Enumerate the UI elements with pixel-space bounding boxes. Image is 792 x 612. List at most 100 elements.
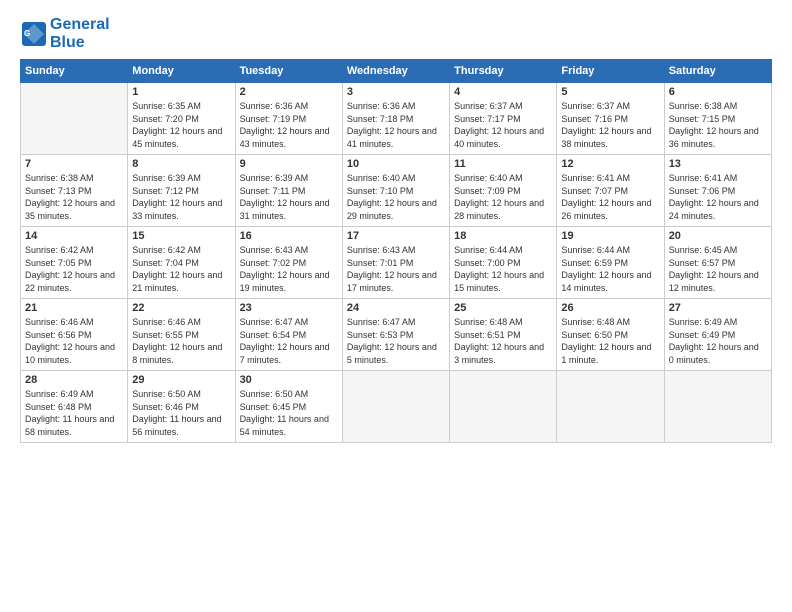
day-info: Sunrise: 6:50 AMSunset: 6:46 PMDaylight:…	[132, 388, 230, 438]
day-info: Sunrise: 6:36 AMSunset: 7:19 PMDaylight:…	[240, 100, 338, 150]
day-number: 28	[25, 374, 123, 386]
day-number: 30	[240, 374, 338, 386]
calendar-cell: 25 Sunrise: 6:48 AMSunset: 6:51 PMDayligh…	[450, 299, 557, 371]
day-info: Sunrise: 6:43 AMSunset: 7:01 PMDaylight:…	[347, 244, 445, 294]
day-number: 26	[561, 302, 659, 314]
logo-icon: G	[20, 20, 48, 48]
calendar-cell: 16Sunrise: 6:43 AMSunset: 7:02 PMDayligh…	[235, 227, 342, 299]
day-info: Sunrise: 6:41 AMSunset: 7:06 PMDaylight:…	[669, 172, 767, 222]
day-info: Sunrise: 6:44 AMSunset: 7:00 PMDaylight:…	[454, 244, 552, 294]
day-number: 3	[347, 86, 445, 98]
day-info: Sunrise: 6:41 AMSunset: 7:07 PMDaylight:…	[561, 172, 659, 222]
day-number: 20	[669, 230, 767, 242]
day-info: Sunrise: 6:47 AMSunset: 6:54 PMDaylight:…	[240, 316, 338, 366]
logo: G General Blue	[20, 16, 110, 51]
day-number: 19	[561, 230, 659, 242]
day-number: 11	[454, 158, 552, 170]
calendar-cell: 2 Sunrise: 6:36 AMSunset: 7:19 PMDaylight…	[235, 83, 342, 155]
day-info: Sunrise: 6:38 AMSunset: 7:15 PMDaylight:…	[669, 100, 767, 150]
calendar-cell: 21 Sunrise: 6:46 AMSunset: 6:56 PMDayligh…	[21, 299, 128, 371]
day-number: 24	[347, 302, 445, 314]
day-info: Sunrise: 6:42 AMSunset: 7:04 PMDaylight:…	[132, 244, 230, 294]
day-info: Sunrise: 6:40 AMSunset: 7:09 PMDaylight:…	[454, 172, 552, 222]
calendar-cell: 19 Sunrise: 6:44 AMSunset: 6:59 PMDayligh…	[557, 227, 664, 299]
weekday-header-row: SundayMondayTuesdayWednesdayThursdayFrid…	[21, 60, 772, 83]
calendar-cell: 7 Sunrise: 6:38 AMSunset: 7:13 PMDaylight…	[21, 155, 128, 227]
calendar-cell: 15 Sunrise: 6:42 AMSunset: 7:04 PMDayligh…	[128, 227, 235, 299]
calendar-cell: 26Sunrise: 6:48 AMSunset: 6:50 PMDayligh…	[557, 299, 664, 371]
day-info: Sunrise: 6:48 AMSunset: 6:51 PMDaylight:…	[454, 316, 552, 366]
day-number: 25	[454, 302, 552, 314]
day-number: 18	[454, 230, 552, 242]
calendar-cell: 20 Sunrise: 6:45 AMSunset: 6:57 PMDayligh…	[664, 227, 771, 299]
calendar-cell: 22 Sunrise: 6:46 AMSunset: 6:55 PMDayligh…	[128, 299, 235, 371]
calendar-cell	[342, 371, 449, 442]
day-number: 12	[561, 158, 659, 170]
day-number: 21	[25, 302, 123, 314]
calendar-cell: 28 Sunrise: 6:49 AMSunset: 6:48 PMDayligh…	[21, 371, 128, 442]
calendar-cell: 23 Sunrise: 6:47 AMSunset: 6:54 PMDayligh…	[235, 299, 342, 371]
day-info: Sunrise: 6:35 AMSunset: 7:20 PMDaylight:…	[132, 100, 230, 150]
day-info: Sunrise: 6:36 AMSunset: 7:18 PMDaylight:…	[347, 100, 445, 150]
day-info: Sunrise: 6:50 AMSunset: 6:45 PMDaylight:…	[240, 388, 338, 438]
day-info: Sunrise: 6:44 AMSunset: 6:59 PMDaylight:…	[561, 244, 659, 294]
calendar-cell: 10Sunrise: 6:40 AMSunset: 7:10 PMDayligh…	[342, 155, 449, 227]
day-number: 7	[25, 158, 123, 170]
calendar-cell: 5 Sunrise: 6:37 AMSunset: 7:16 PMDaylight…	[557, 83, 664, 155]
day-info: Sunrise: 6:45 AMSunset: 6:57 PMDaylight:…	[669, 244, 767, 294]
day-number: 29	[132, 374, 230, 386]
calendar-cell: 8Sunrise: 6:39 AMSunset: 7:12 PMDaylight…	[128, 155, 235, 227]
week-row-5: 28 Sunrise: 6:49 AMSunset: 6:48 PMDayligh…	[21, 371, 772, 442]
day-number: 5	[561, 86, 659, 98]
page: G General Blue SundayMondayTuesdayWednes…	[0, 0, 792, 612]
logo-text: General Blue	[50, 16, 110, 51]
weekday-header-wednesday: Wednesday	[342, 60, 449, 83]
header: G General Blue	[20, 16, 772, 51]
calendar-cell: 9Sunrise: 6:39 AMSunset: 7:11 PMDaylight…	[235, 155, 342, 227]
week-row-4: 21 Sunrise: 6:46 AMSunset: 6:56 PMDayligh…	[21, 299, 772, 371]
day-info: Sunrise: 6:46 AMSunset: 6:56 PMDaylight:…	[25, 316, 123, 366]
day-info: Sunrise: 6:37 AMSunset: 7:17 PMDaylight:…	[454, 100, 552, 150]
day-number: 15	[132, 230, 230, 242]
calendar-cell	[450, 371, 557, 442]
weekday-header-friday: Friday	[557, 60, 664, 83]
day-info: Sunrise: 6:40 AMSunset: 7:10 PMDaylight:…	[347, 172, 445, 222]
calendar-cell: 13 Sunrise: 6:41 AMSunset: 7:06 PMDayligh…	[664, 155, 771, 227]
day-info: Sunrise: 6:49 AMSunset: 6:49 PMDaylight:…	[669, 316, 767, 366]
svg-text:G: G	[24, 29, 30, 38]
day-info: Sunrise: 6:37 AMSunset: 7:16 PMDaylight:…	[561, 100, 659, 150]
day-number: 17	[347, 230, 445, 242]
day-info: Sunrise: 6:46 AMSunset: 6:55 PMDaylight:…	[132, 316, 230, 366]
day-number: 6	[669, 86, 767, 98]
calendar-cell: 6 Sunrise: 6:38 AMSunset: 7:15 PMDaylight…	[664, 83, 771, 155]
day-number: 23	[240, 302, 338, 314]
day-number: 9	[240, 158, 338, 170]
weekday-header-sunday: Sunday	[21, 60, 128, 83]
calendar-cell: 27 Sunrise: 6:49 AMSunset: 6:49 PMDayligh…	[664, 299, 771, 371]
day-number: 2	[240, 86, 338, 98]
week-row-2: 7 Sunrise: 6:38 AMSunset: 7:13 PMDaylight…	[21, 155, 772, 227]
week-row-1: 1 Sunrise: 6:35 AMSunset: 7:20 PMDaylight…	[21, 83, 772, 155]
calendar-cell: 12 Sunrise: 6:41 AMSunset: 7:07 PMDayligh…	[557, 155, 664, 227]
day-info: Sunrise: 6:49 AMSunset: 6:48 PMDaylight:…	[25, 388, 123, 438]
day-number: 27	[669, 302, 767, 314]
calendar-cell	[21, 83, 128, 155]
day-number: 13	[669, 158, 767, 170]
calendar-cell	[557, 371, 664, 442]
day-number: 22	[132, 302, 230, 314]
calendar-cell: 1 Sunrise: 6:35 AMSunset: 7:20 PMDaylight…	[128, 83, 235, 155]
calendar-cell: 3 Sunrise: 6:36 AMSunset: 7:18 PMDaylight…	[342, 83, 449, 155]
calendar-cell: 30 Sunrise: 6:50 AMSunset: 6:45 PMDayligh…	[235, 371, 342, 442]
weekday-header-tuesday: Tuesday	[235, 60, 342, 83]
day-number: 14	[25, 230, 123, 242]
day-number: 4	[454, 86, 552, 98]
calendar-cell: 14 Sunrise: 6:42 AMSunset: 7:05 PMDayligh…	[21, 227, 128, 299]
day-info: Sunrise: 6:38 AMSunset: 7:13 PMDaylight:…	[25, 172, 123, 222]
weekday-header-saturday: Saturday	[664, 60, 771, 83]
day-info: Sunrise: 6:42 AMSunset: 7:05 PMDaylight:…	[25, 244, 123, 294]
calendar-cell: 29 Sunrise: 6:50 AMSunset: 6:46 PMDayligh…	[128, 371, 235, 442]
day-number: 8	[132, 158, 230, 170]
calendar-cell: 4 Sunrise: 6:37 AMSunset: 7:17 PMDaylight…	[450, 83, 557, 155]
day-number: 1	[132, 86, 230, 98]
calendar-cell: 17 Sunrise: 6:43 AMSunset: 7:01 PMDayligh…	[342, 227, 449, 299]
